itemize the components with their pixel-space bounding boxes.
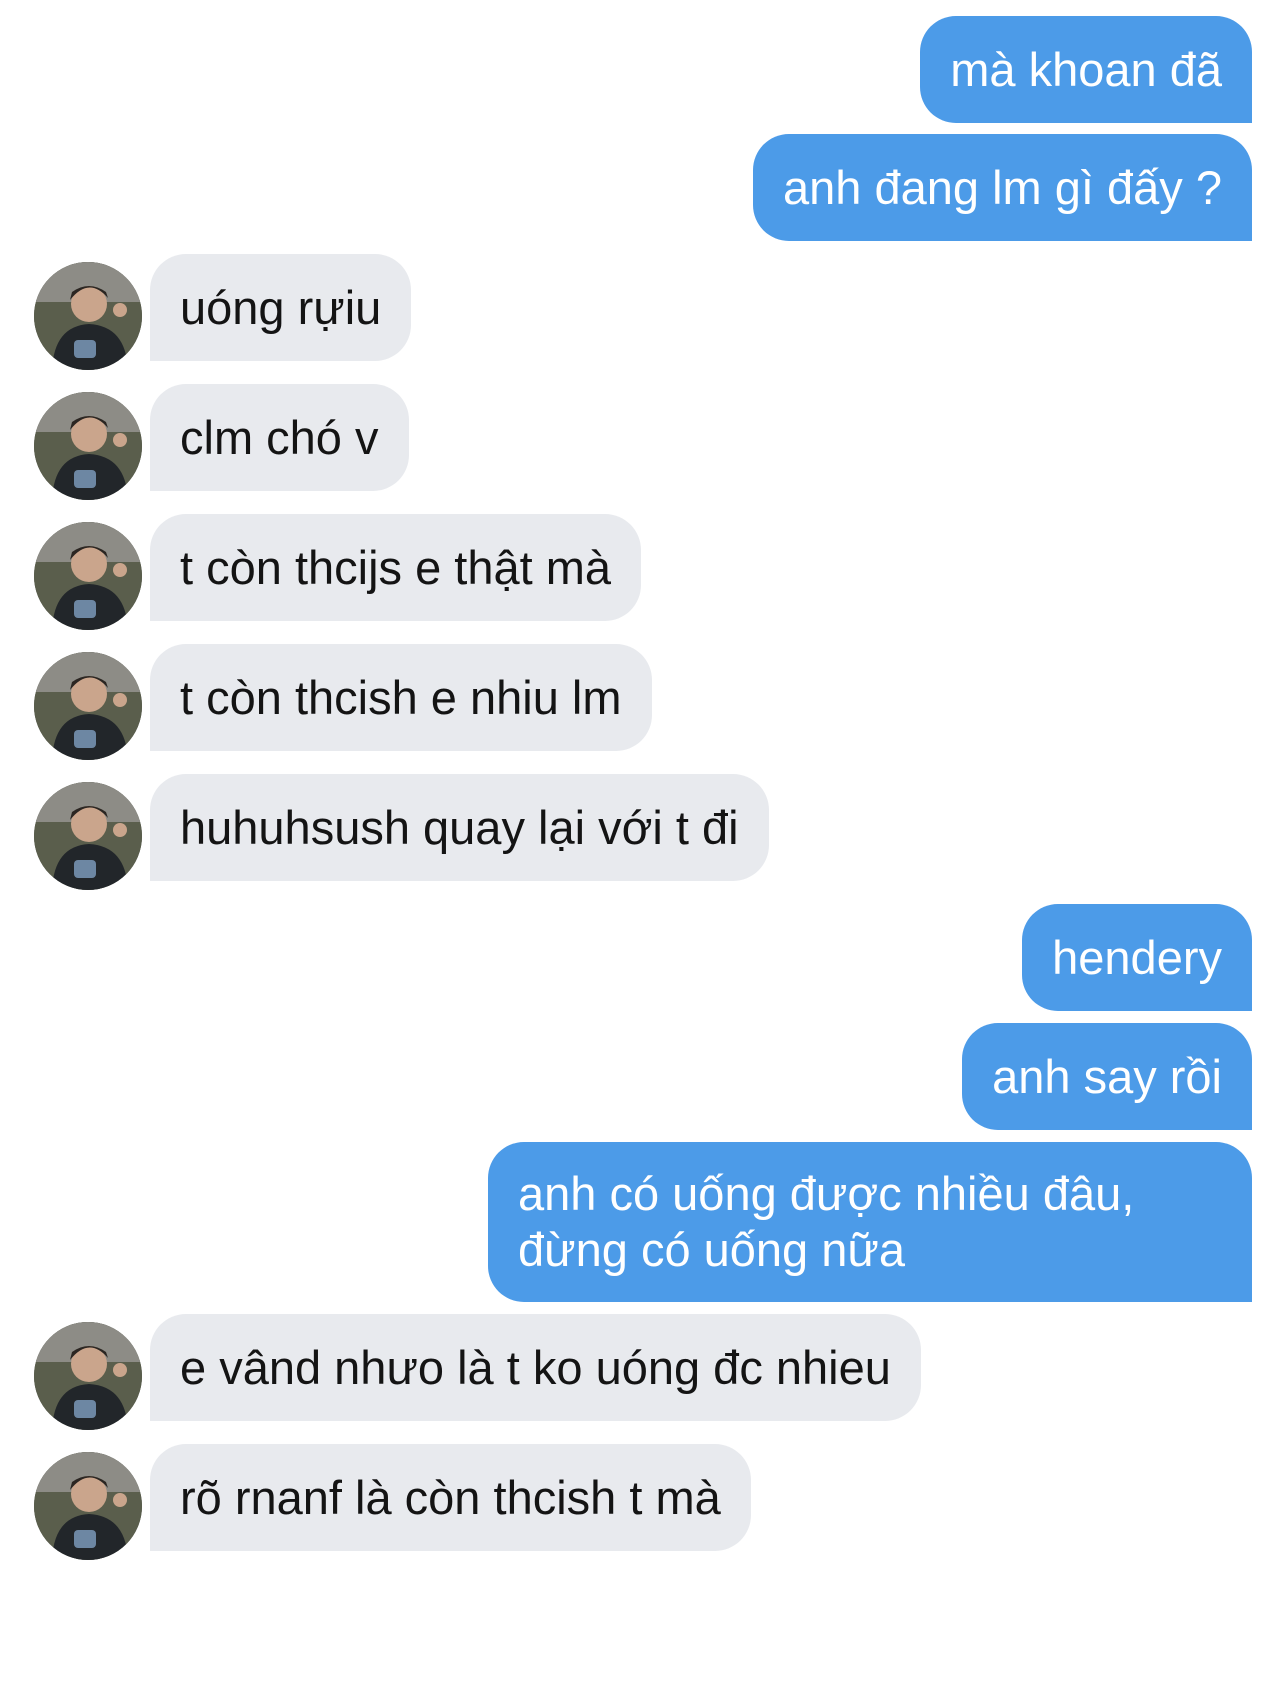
sent-message[interactable]: anh có uống được nhiều đâu, đừng có uống…: [488, 1142, 1252, 1302]
sent-message[interactable]: anh say rồi: [962, 1023, 1252, 1130]
message-text: t còn thcish e nhiu lm: [180, 670, 622, 724]
message-text: mà khoan đã: [950, 42, 1222, 96]
message-text: anh đang lm gì đấy ?: [783, 160, 1222, 214]
sent-message[interactable]: mà khoan đã: [920, 16, 1252, 123]
contact-avatar-icon[interactable]: [34, 522, 142, 630]
sent-message[interactable]: hendery: [1022, 904, 1252, 1011]
sent-message[interactable]: anh đang lm gì đấy ?: [753, 134, 1252, 241]
contact-avatar-icon[interactable]: [34, 1452, 142, 1560]
received-message[interactable]: clm chó v: [150, 384, 409, 491]
message-text: e vând nhưo là t ko uóng đc nhieu: [180, 1340, 891, 1394]
contact-avatar-icon[interactable]: [34, 392, 142, 500]
message-text: huhuhsush quay lại với t đi: [180, 800, 739, 854]
avatar-photo-icon: [34, 262, 142, 370]
received-message[interactable]: uóng rựiu: [150, 254, 412, 361]
message-text-line: đừng có uống nữa: [518, 1223, 905, 1276]
avatar-photo-icon: [34, 392, 142, 500]
avatar-photo-icon: [34, 1322, 142, 1430]
contact-avatar-icon[interactable]: [34, 1322, 142, 1430]
received-message[interactable]: rõ rnanf là còn thcish t mà: [150, 1444, 751, 1551]
avatar-photo-icon: [34, 1452, 142, 1560]
received-message[interactable]: t còn thcish e nhiu lm: [150, 644, 652, 751]
message-text-line: anh có uống được nhiều đâu,: [518, 1167, 1135, 1220]
received-message[interactable]: huhuhsush quay lại với t đi: [150, 774, 769, 881]
message-text: clm chó v: [180, 410, 379, 464]
received-message[interactable]: e vând nhưo là t ko uóng đc nhieu: [150, 1314, 921, 1421]
message-text: uóng rựiu: [180, 280, 382, 334]
avatar-photo-icon: [34, 782, 142, 890]
avatar-photo-icon: [34, 652, 142, 760]
contact-avatar-icon[interactable]: [34, 652, 142, 760]
message-text: anh say rồi: [992, 1049, 1222, 1103]
received-message[interactable]: t còn thcijs e thật mà: [150, 514, 642, 621]
contact-avatar-icon[interactable]: [34, 782, 142, 890]
message-text: t còn thcijs e thật mà: [180, 540, 612, 594]
avatar-photo-icon: [34, 522, 142, 630]
message-text: rõ rnanf là còn thcish t mà: [180, 1470, 721, 1524]
contact-avatar-icon[interactable]: [34, 262, 142, 370]
message-text: hendery: [1052, 930, 1222, 984]
